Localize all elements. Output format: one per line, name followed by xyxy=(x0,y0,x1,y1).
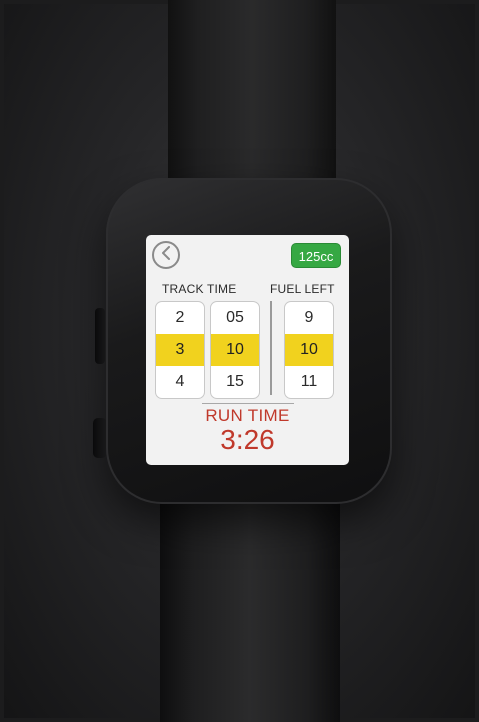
watch-screen: 125cc TRACK TIME FUEL LEFT 2 3 4 05 10 1… xyxy=(146,235,349,465)
track-time-title: TRACK TIME xyxy=(162,282,237,296)
watch-crown[interactable] xyxy=(93,418,107,458)
picker-option[interactable]: 2 xyxy=(156,302,204,334)
picker-option[interactable]: 05 xyxy=(211,302,259,334)
watch-strap-bottom xyxy=(160,488,340,722)
run-time-divider xyxy=(202,403,294,404)
picker-option[interactable]: 11 xyxy=(285,366,333,398)
fuel-left-title: FUEL LEFT xyxy=(270,282,335,296)
picker-option-selected[interactable]: 10 xyxy=(211,334,259,366)
back-button[interactable] xyxy=(152,241,180,269)
watch-side-button[interactable] xyxy=(95,308,105,364)
run-time-value: 3:26 xyxy=(220,424,275,455)
watch-strap-top xyxy=(168,0,336,200)
picker-option[interactable]: 9 xyxy=(285,302,333,334)
column-divider xyxy=(270,301,272,395)
track-minutes-picker[interactable]: 05 10 15 xyxy=(210,301,260,399)
fuel-left-picker[interactable]: 9 10 11 xyxy=(284,301,334,399)
picker-option-selected[interactable]: 10 xyxy=(285,334,333,366)
picker-option-selected[interactable]: 3 xyxy=(156,334,204,366)
picker-option[interactable]: 15 xyxy=(211,366,259,398)
picker-option[interactable]: 4 xyxy=(156,366,204,398)
track-hours-picker[interactable]: 2 3 4 xyxy=(155,301,205,399)
chevron-left-icon xyxy=(160,245,172,265)
engine-size-badge[interactable]: 125cc xyxy=(291,243,341,268)
run-time-label: RUN TIME xyxy=(205,406,290,425)
